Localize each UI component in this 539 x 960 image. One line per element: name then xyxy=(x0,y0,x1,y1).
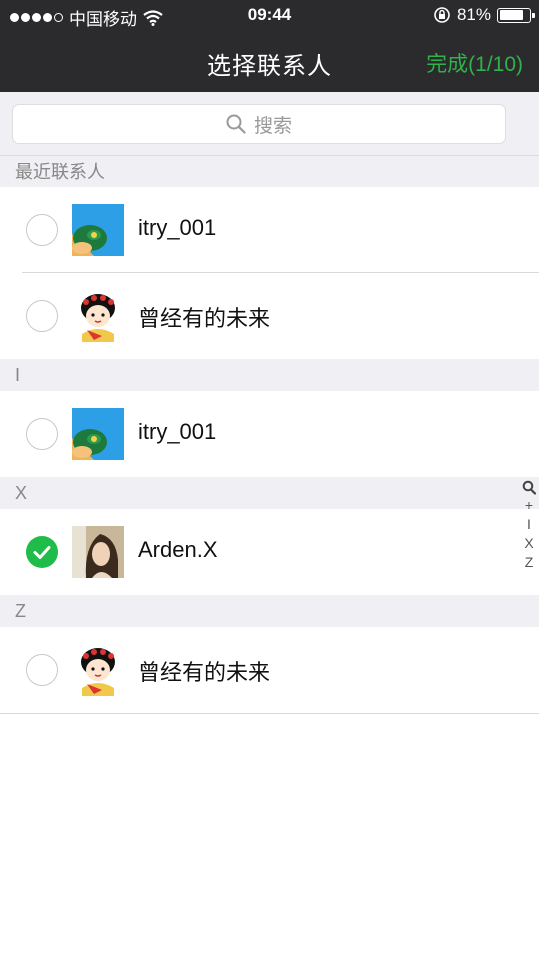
cartoon-girl-avatar xyxy=(72,644,124,696)
index-letter[interactable]: + xyxy=(525,497,533,514)
section-header-x: X xyxy=(0,477,539,509)
index-search-icon[interactable] xyxy=(522,480,536,495)
section-header-i: I xyxy=(0,359,539,391)
contact-name: 曾经有的未来 xyxy=(138,660,271,685)
contact-name: itry_001 xyxy=(138,419,217,444)
photo-avatar xyxy=(72,526,124,578)
contact-row[interactable]: 曾经有的未来 xyxy=(0,627,539,713)
alphabet-index-bar[interactable]: + I X Z xyxy=(522,480,536,571)
select-radio[interactable] xyxy=(26,300,58,332)
section-header-z: Z xyxy=(0,595,539,627)
select-radio[interactable] xyxy=(26,418,58,450)
contact-row[interactable]: 曾经有的未来 xyxy=(0,273,539,359)
select-radio-checked[interactable] xyxy=(26,536,58,568)
index-letter[interactable]: Z xyxy=(525,554,534,571)
section-header-recent: 最近联系人 xyxy=(0,156,539,188)
contact-name: 曾经有的未来 xyxy=(138,306,271,331)
battery-icon xyxy=(497,7,535,23)
select-radio[interactable] xyxy=(26,654,58,686)
index-letter[interactable]: I xyxy=(527,516,531,533)
contact-name: itry_001 xyxy=(138,215,217,240)
nav-bar: 选择联系人 完成(1/10) xyxy=(0,30,539,92)
hat-avatar xyxy=(72,204,124,256)
hat-avatar xyxy=(72,408,124,460)
contact-row[interactable]: itry_001 xyxy=(0,391,539,477)
checkmark-icon xyxy=(33,546,51,559)
cartoon-girl-avatar xyxy=(72,290,124,342)
search-placeholder: 搜索 xyxy=(253,115,292,137)
select-radio[interactable] xyxy=(26,214,58,246)
search-icon xyxy=(226,114,246,134)
rotation-lock-icon xyxy=(434,7,450,23)
contact-name: Arden.X xyxy=(138,537,218,562)
search-area: 搜索 xyxy=(0,92,539,156)
status-bar: 中国移动 09:44 81% xyxy=(0,0,539,30)
list-bottom-divider xyxy=(0,713,539,714)
contact-row[interactable]: itry_001 xyxy=(0,187,539,273)
index-letter[interactable]: X xyxy=(524,535,533,552)
contact-row[interactable]: Arden.X xyxy=(0,509,539,595)
battery-percent: 81% xyxy=(456,5,491,24)
search-input[interactable]: 搜索 xyxy=(12,104,506,144)
status-right: 81% xyxy=(433,5,535,25)
done-button[interactable]: 完成(1/10) xyxy=(426,48,523,78)
